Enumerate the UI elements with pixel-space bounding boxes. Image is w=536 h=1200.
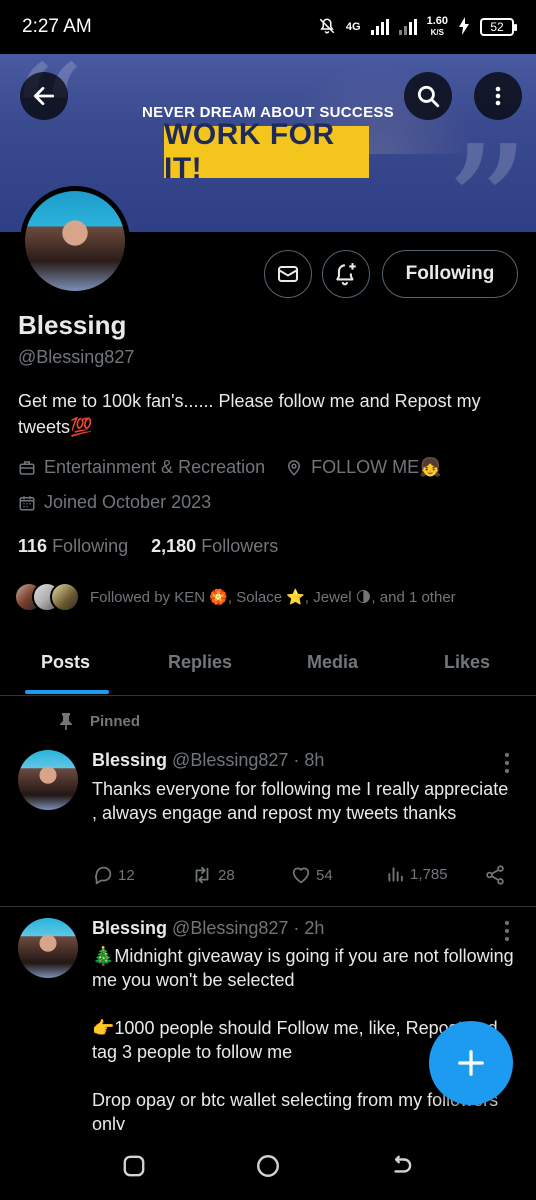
more-vertical-icon	[495, 86, 501, 106]
pinned-label: Pinned	[58, 712, 140, 730]
plus-icon	[458, 1050, 484, 1076]
followers-count-link[interactable]: 2,180 Followers	[151, 536, 278, 556]
tweet-actions: 12 28 54 1,785	[92, 864, 512, 888]
search-button[interactable]	[404, 72, 452, 120]
battery-indicator: 52	[480, 18, 517, 36]
views-button[interactable]: 1,785	[386, 864, 448, 884]
calendar-icon	[19, 495, 35, 510]
banner-cta: WORK FOR IT!	[164, 118, 369, 185]
like-button[interactable]: 54	[290, 864, 333, 886]
profile-bio: Get me to 100k fan's...... Please follow…	[18, 391, 481, 437]
tab-media[interactable]: Media	[307, 652, 358, 673]
back-nav-button[interactable]	[388, 1152, 416, 1180]
tweet-more-button[interactable]	[500, 753, 514, 773]
tab-posts[interactable]: Posts	[41, 652, 90, 673]
profile-joined-row: Joined October 2023	[18, 492, 211, 513]
following-count: 116	[18, 536, 48, 556]
net-speed: 1.60 K/S	[426, 15, 448, 38]
followed-by-row[interactable]: Followed by KEN 🏵️, Solace ⭐, Jewel 🌗, a…	[14, 582, 456, 612]
tweet-avatar[interactable]	[18, 918, 78, 978]
tweet-header: Blessing @Blessing827 · 8h	[92, 750, 324, 771]
mail-icon	[278, 266, 298, 282]
status-bar: 2:27 AM 4G 1.60 K/S 52	[0, 0, 536, 54]
follower-avatar	[50, 582, 80, 612]
heart-icon	[292, 867, 310, 884]
following-count-link[interactable]: 116 Following	[18, 536, 128, 556]
share-icon	[486, 865, 504, 885]
avatar-image	[25, 191, 125, 291]
followers-count: 2,180	[151, 536, 197, 556]
reply-button[interactable]: 12	[92, 864, 135, 886]
tweet-text: Thanks everyone for following me I reall…	[92, 779, 509, 823]
repost-count: 28	[218, 866, 235, 884]
pin-icon	[60, 713, 72, 730]
mute-icon	[318, 17, 336, 38]
tweet-divider	[0, 906, 536, 907]
arrow-left-icon	[33, 87, 55, 105]
more-button[interactable]	[474, 72, 522, 120]
profile-counts: 116 Following 2,180 Followers	[18, 536, 278, 557]
active-tab-indicator	[25, 690, 109, 694]
message-button[interactable]	[264, 250, 312, 298]
tab-replies[interactable]: Replies	[168, 652, 232, 673]
briefcase-icon	[19, 460, 35, 475]
following-button[interactable]: Following	[382, 250, 518, 298]
profile-joined: Joined October 2023	[44, 492, 212, 512]
profile-avatar[interactable]	[20, 186, 130, 296]
profile-meta-row: Entertainment & Recreation FOLLOW ME👧	[18, 457, 442, 478]
reply-icon	[95, 866, 112, 885]
quote-close-icon: ”	[443, 110, 530, 232]
repost-button[interactable]: 28	[190, 864, 235, 886]
profile-location: FOLLOW ME👧	[311, 457, 442, 477]
charging-icon	[458, 16, 470, 38]
profile-name: Blessing	[18, 310, 127, 340]
tab-likes[interactable]: Likes	[444, 652, 490, 673]
system-nav-bar	[0, 1130, 536, 1200]
search-icon	[417, 85, 440, 108]
tweet-more-button[interactable]	[500, 921, 514, 941]
tweet-time: · 8h	[293, 750, 325, 770]
tweet-header: Blessing @Blessing827 · 2h	[92, 918, 324, 939]
reply-count: 12	[118, 866, 135, 884]
view-count: 1,785	[410, 865, 448, 883]
recents-icon	[123, 1155, 145, 1177]
followed-by-text: Followed by KEN 🏵️, Solace ⭐, Jewel 🌗, a…	[90, 589, 456, 606]
back-nav-icon	[394, 1155, 412, 1173]
repost-icon	[195, 866, 209, 884]
back-button[interactable]	[20, 72, 68, 120]
signal-icon	[370, 19, 389, 35]
like-count: 54	[316, 866, 333, 884]
notify-button[interactable]	[322, 250, 370, 298]
tweet-time: · 2h	[293, 918, 325, 938]
tweet-author-name[interactable]: Blessing	[92, 918, 167, 938]
tweet-author-name[interactable]: Blessing	[92, 750, 167, 770]
home-button[interactable]	[254, 1152, 282, 1180]
views-icon	[388, 867, 403, 882]
tweet-author-handle: @Blessing827	[172, 918, 289, 938]
status-time: 2:27 AM	[22, 16, 92, 37]
compose-button[interactable]	[429, 1021, 513, 1105]
recents-button[interactable]	[120, 1152, 148, 1180]
location-icon	[288, 459, 301, 476]
tweet-author-handle: @Blessing827	[172, 750, 289, 770]
home-icon	[257, 1155, 279, 1177]
bell-plus-icon	[336, 263, 356, 286]
profile-category: Entertainment & Recreation	[44, 457, 266, 477]
profile-tabs: Posts Replies Media Likes	[0, 636, 536, 696]
profile-handle: @Blessing827	[18, 347, 135, 367]
share-button[interactable]	[484, 864, 506, 886]
signal-2-icon	[398, 19, 417, 35]
tweet-avatar[interactable]	[18, 750, 78, 810]
network-type: 4G	[345, 21, 361, 33]
